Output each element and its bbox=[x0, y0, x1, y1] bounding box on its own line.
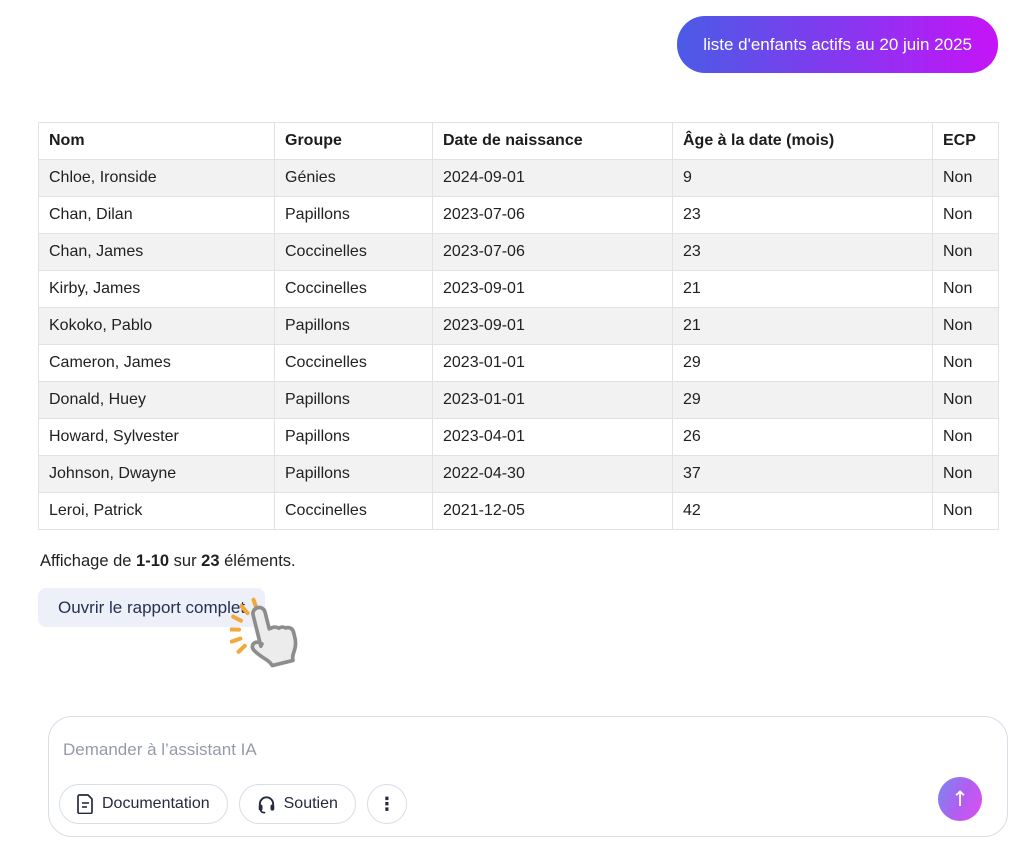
table-cell: 26 bbox=[672, 418, 933, 456]
table-cell: 2023-09-01 bbox=[432, 270, 673, 308]
composer-actions: Documentation Soutien ⋮ bbox=[59, 784, 407, 824]
table-row: Chan, James Coccinelles 2023-07-06 23 Non bbox=[38, 233, 999, 271]
more-options-button[interactable]: ⋮ bbox=[366, 784, 407, 824]
support-button[interactable]: Soutien bbox=[238, 784, 356, 824]
table-row: Chan, Dilan Papillons 2023-07-06 23 Non bbox=[38, 196, 999, 234]
table-row: Donald, Huey Papillons 2023-01-01 29 Non bbox=[38, 381, 999, 419]
table-cell: Non bbox=[932, 492, 999, 530]
table-cell: 23 bbox=[672, 196, 933, 234]
children-report-table: Nom Groupe Date de naissance Âge à la date … bbox=[38, 122, 999, 530]
table-cell: Chan, James bbox=[38, 233, 275, 271]
table-column-header: Groupe bbox=[274, 122, 433, 160]
table-cell: 2023-01-01 bbox=[432, 344, 673, 382]
table-column-header: ECP bbox=[932, 122, 999, 160]
table-cell: Coccinelles bbox=[274, 344, 433, 382]
table-cell: 9 bbox=[672, 159, 933, 197]
table-cell: Chloe, Ironside bbox=[38, 159, 275, 197]
table-cell: Papillons bbox=[274, 455, 433, 493]
pagination-prefix: Affichage de bbox=[40, 552, 137, 570]
table-cell: Coccinelles bbox=[274, 233, 433, 271]
table-cell: 21 bbox=[672, 307, 933, 345]
table-cell: 2024-09-01 bbox=[432, 159, 673, 197]
arrow-up-icon: ↑ bbox=[951, 787, 969, 811]
pagination-middle: sur bbox=[169, 552, 202, 570]
pagination-summary: Affichage de 1-10 sur 23 éléments. bbox=[40, 552, 296, 571]
table-cell: Donald, Huey bbox=[38, 381, 275, 419]
table-cell: Coccinelles bbox=[274, 270, 433, 308]
report-table-body: Chloe, Ironside Génies 2024-09-01 9 Non Chan,… bbox=[38, 159, 999, 530]
kebab-menu-icon: ⋮ bbox=[377, 793, 396, 815]
table-header-row: Nom Groupe Date de naissance Âge à la date … bbox=[38, 122, 999, 160]
table-cell: 29 bbox=[672, 381, 933, 419]
table-cell: Papillons bbox=[274, 196, 433, 234]
table-row: Chloe, Ironside Génies 2024-09-01 9 Non bbox=[38, 159, 999, 197]
table-cell: 42 bbox=[672, 492, 933, 530]
table-column-header: Âge à la date (mois) bbox=[672, 122, 933, 160]
table-cell: Howard, Sylvester bbox=[38, 418, 275, 456]
table-cell: Non bbox=[932, 233, 999, 271]
pagination-total: 23 bbox=[201, 552, 220, 570]
table-cell: Kirby, James bbox=[38, 270, 275, 308]
assistant-chat-page: liste d'enfants actifs au 20 juin 2025 N… bbox=[0, 0, 1033, 848]
table-cell: Non bbox=[932, 418, 999, 456]
pagination-suffix: éléments. bbox=[219, 552, 296, 570]
document-icon bbox=[77, 794, 94, 814]
table-cell: Non bbox=[932, 307, 999, 345]
table-cell: 2023-07-06 bbox=[432, 233, 673, 271]
user-message-text: liste d'enfants actifs au 20 juin 2025 bbox=[703, 34, 972, 54]
table-cell: 2023-04-01 bbox=[432, 418, 673, 456]
table-cell: Cameron, James bbox=[38, 344, 275, 382]
table-column-header: Nom bbox=[38, 122, 275, 160]
table-row: Kirby, James Coccinelles 2023-09-01 21 Non bbox=[38, 270, 999, 308]
table-cell: 37 bbox=[672, 455, 933, 493]
support-label: Soutien bbox=[283, 795, 338, 812]
table-row: Howard, Sylvester Papillons 2023-04-01 26 No… bbox=[38, 418, 999, 456]
table-cell: Leroi, Patrick bbox=[38, 492, 275, 530]
table-header: Nom Groupe Date de naissance Âge à la date … bbox=[38, 122, 999, 160]
table-row: Kokoko, Pablo Papillons 2023-09-01 21 Non bbox=[38, 307, 999, 345]
headset-icon bbox=[257, 794, 276, 814]
table-cell: Non bbox=[932, 344, 999, 382]
table-cell: Non bbox=[932, 455, 999, 493]
assistant-input[interactable] bbox=[63, 735, 763, 765]
table-cell: Papillons bbox=[274, 418, 433, 456]
table-cell: Non bbox=[932, 196, 999, 234]
table-cell: Chan, Dilan bbox=[38, 196, 275, 234]
table-cell: 23 bbox=[672, 233, 933, 271]
table-cell: 2023-01-01 bbox=[432, 381, 673, 419]
table-row: Leroi, Patrick Coccinelles 2021-12-05 42 Non bbox=[38, 492, 999, 530]
documentation-button[interactable]: Documentation bbox=[59, 784, 228, 824]
pagination-range: 1-10 bbox=[136, 552, 170, 570]
table-cell: 2021-12-05 bbox=[432, 492, 673, 530]
assistant-composer: Documentation Soutien ⋮ ↑ bbox=[48, 716, 1008, 837]
documentation-label: Documentation bbox=[102, 795, 210, 812]
table-cell: Non bbox=[932, 159, 999, 197]
table-cell: Non bbox=[932, 381, 999, 419]
table-cell: Génies bbox=[274, 159, 433, 197]
table-cell: Coccinelles bbox=[274, 492, 433, 530]
table-cell: Kokoko, Pablo bbox=[38, 307, 275, 345]
table-cell: Papillons bbox=[274, 381, 433, 419]
table-cell: Johnson, Dwayne bbox=[38, 455, 275, 493]
user-message-bubble: liste d'enfants actifs au 20 juin 2025 bbox=[677, 16, 998, 73]
table-row: Johnson, Dwayne Papillons 2022-04-30 37 Non bbox=[38, 455, 999, 493]
table-row: Cameron, James Coccinelles 2023-01-01 29 Non bbox=[38, 344, 999, 382]
table-cell: 29 bbox=[672, 344, 933, 382]
table-column-header: Date de naissance bbox=[432, 122, 673, 160]
table-cell: 2022-04-30 bbox=[432, 455, 673, 493]
table-cell: 2023-07-06 bbox=[432, 196, 673, 234]
open-full-report-button[interactable]: Ouvrir le rapport complet bbox=[38, 588, 266, 627]
table-cell: 21 bbox=[672, 270, 933, 308]
table-cell: 2023-09-01 bbox=[432, 307, 673, 345]
table-cell: Non bbox=[932, 270, 999, 308]
table-cell: Papillons bbox=[274, 307, 433, 345]
send-button[interactable]: ↑ bbox=[938, 777, 982, 821]
